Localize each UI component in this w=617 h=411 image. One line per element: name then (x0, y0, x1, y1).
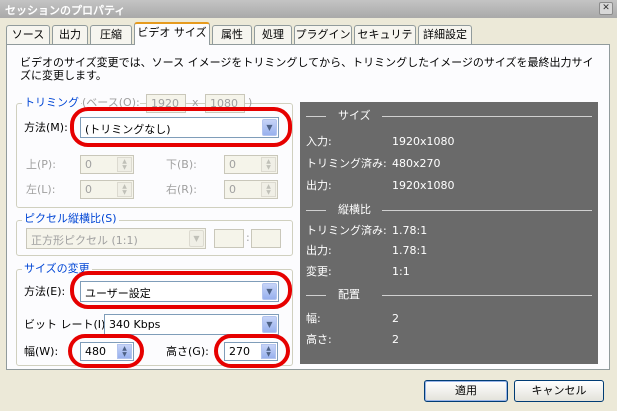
crop-base-height: 1080 (205, 94, 245, 113)
tab-video-size[interactable]: ビデオ サイズ (134, 22, 210, 45)
crop-method-value: (トリミングなし) (85, 123, 171, 136)
bitrate-select[interactable]: 340 Kbps ▼ (104, 314, 279, 335)
tab-security[interactable]: セキュリティ (354, 25, 416, 58)
output-value: 1920x1080 (392, 179, 455, 192)
tab-compression[interactable]: 圧縮 (90, 25, 132, 44)
pixel-aspect-value: 正方形ピクセル (1:1) (31, 234, 138, 247)
layout-width-value: 2 (392, 312, 399, 325)
crop-base-x: x (192, 96, 199, 109)
tab-attributes[interactable]: 属性 (212, 25, 252, 44)
tab-source[interactable]: ソース (6, 25, 50, 44)
size-section-header: サイズ (300, 109, 598, 123)
description-text: ビデオのサイズ変更では、ソース イメージをトリミングしてから、トリミングしたイメ… (20, 56, 594, 82)
info-panel: サイズ 入力: 1920x1080 トリミング済み: 480x270 出力: 1… (300, 102, 598, 364)
crop-bottom-input: 0 ▲ ▼ (224, 155, 278, 174)
size-header: サイズ (338, 109, 371, 122)
spinner-icon: ▲ ▼ (261, 182, 276, 197)
resize-method-label: 方法(E): (24, 285, 66, 298)
pixel-aspect-den (251, 229, 281, 248)
tab-advanced[interactable]: 詳細設定 (418, 25, 472, 44)
spinner-icon: ▲ ▼ (117, 182, 132, 197)
crop-left-value: 0 (85, 183, 92, 196)
height-value: 270 (229, 345, 250, 358)
resize-method-select[interactable]: ユーザー設定 ▼ (80, 281, 279, 302)
resize-group-title: サイズの変更 (22, 262, 92, 276)
pixel-aspect-num (214, 229, 244, 248)
layout-height-value: 2 (392, 333, 399, 346)
chevron-down-icon[interactable]: ▼ (262, 119, 277, 136)
window-title: セッションのプロパティ (5, 4, 126, 17)
width-value: 480 (85, 345, 106, 358)
crop-bottom-label: 下(B): (166, 158, 197, 171)
crop-method-select[interactable]: (トリミングなし) ▼ (80, 117, 279, 138)
layout-height-label: 高さ: (306, 333, 332, 346)
pixel-aspect-sep: : (246, 231, 250, 244)
layout-section-header: 配置 (300, 288, 598, 302)
input-value: 1920x1080 (392, 135, 455, 148)
aspect-cropped-value: 1.78:1 (392, 224, 428, 237)
crop-base-label: (ベース(O): (82, 96, 140, 110)
spinner-icon[interactable]: ▲ ▼ (117, 344, 132, 359)
apply-button[interactable]: 適用 (424, 380, 508, 402)
tab-processing[interactable]: 処理 (254, 25, 292, 44)
crop-bottom-value: 0 (229, 158, 236, 171)
aspect-output-label: 出力: (306, 244, 332, 257)
chevron-down-icon: ▼ (189, 230, 204, 247)
input-label: 入力: (306, 135, 332, 148)
crop-top-value: 0 (85, 158, 92, 171)
tab-plugins[interactable]: プラグイン (294, 25, 352, 44)
crop-left-input: 0 ▲ ▼ (80, 180, 134, 199)
pixel-aspect-select: 正方形ピクセル (1:1) ▼ (26, 228, 206, 249)
aspect-output-value: 1.78:1 (392, 244, 428, 257)
cancel-button[interactable]: キャンセル (514, 380, 604, 402)
close-icon[interactable]: ✕ (599, 2, 613, 15)
crop-right-label: 右(R): (166, 183, 197, 196)
layout-width-label: 幅: (306, 312, 321, 325)
resize-method-value: ユーザー設定 (85, 287, 151, 300)
crop-left-label: 左(L): (26, 183, 56, 196)
spinner-icon: ▲ ▼ (117, 157, 132, 172)
pixel-aspect-title: ピクセル縦横比(S) (22, 212, 119, 226)
crop-right-input: 0 ▲ ▼ (224, 180, 278, 199)
crop-method-label: 方法(M): (24, 121, 68, 134)
crop-group-title: トリミング (22, 96, 81, 110)
chevron-down-icon[interactable]: ▼ (262, 283, 277, 300)
aspect-header: 縦横比 (338, 203, 371, 216)
spinner-icon: ▲ ▼ (261, 157, 276, 172)
crop-top-label: 上(P): (26, 158, 56, 171)
output-label: 出力: (306, 179, 332, 192)
layout-header: 配置 (338, 288, 360, 301)
bitrate-label: ビット レート(I): (24, 318, 110, 331)
change-label: 変更: (306, 265, 332, 278)
aspect-cropped-label: トリミング済み: (306, 224, 387, 237)
height-input[interactable]: 270 ▲ ▼ (224, 342, 278, 361)
window-titlebar: セッションのプロパティ ✕ (0, 0, 617, 18)
crop-base-width: 1920 (146, 94, 186, 113)
cropped-value: 480x270 (392, 157, 441, 170)
crop-right-value: 0 (229, 183, 236, 196)
aspect-section-header: 縦横比 (300, 203, 598, 217)
change-value: 1:1 (392, 265, 410, 278)
crop-top-input: 0 ▲ ▼ (80, 155, 134, 174)
width-label: 幅(W): (24, 345, 59, 358)
spinner-icon[interactable]: ▲ ▼ (261, 344, 276, 359)
tab-output[interactable]: 出力 (52, 25, 88, 44)
width-input[interactable]: 480 ▲ ▼ (80, 342, 134, 361)
crop-base-close: ) (248, 96, 253, 109)
height-label: 高さ(G): (166, 345, 209, 358)
chevron-down-icon[interactable]: ▼ (262, 316, 277, 333)
cropped-label: トリミング済み: (306, 157, 387, 170)
bitrate-value: 340 Kbps (109, 318, 161, 331)
